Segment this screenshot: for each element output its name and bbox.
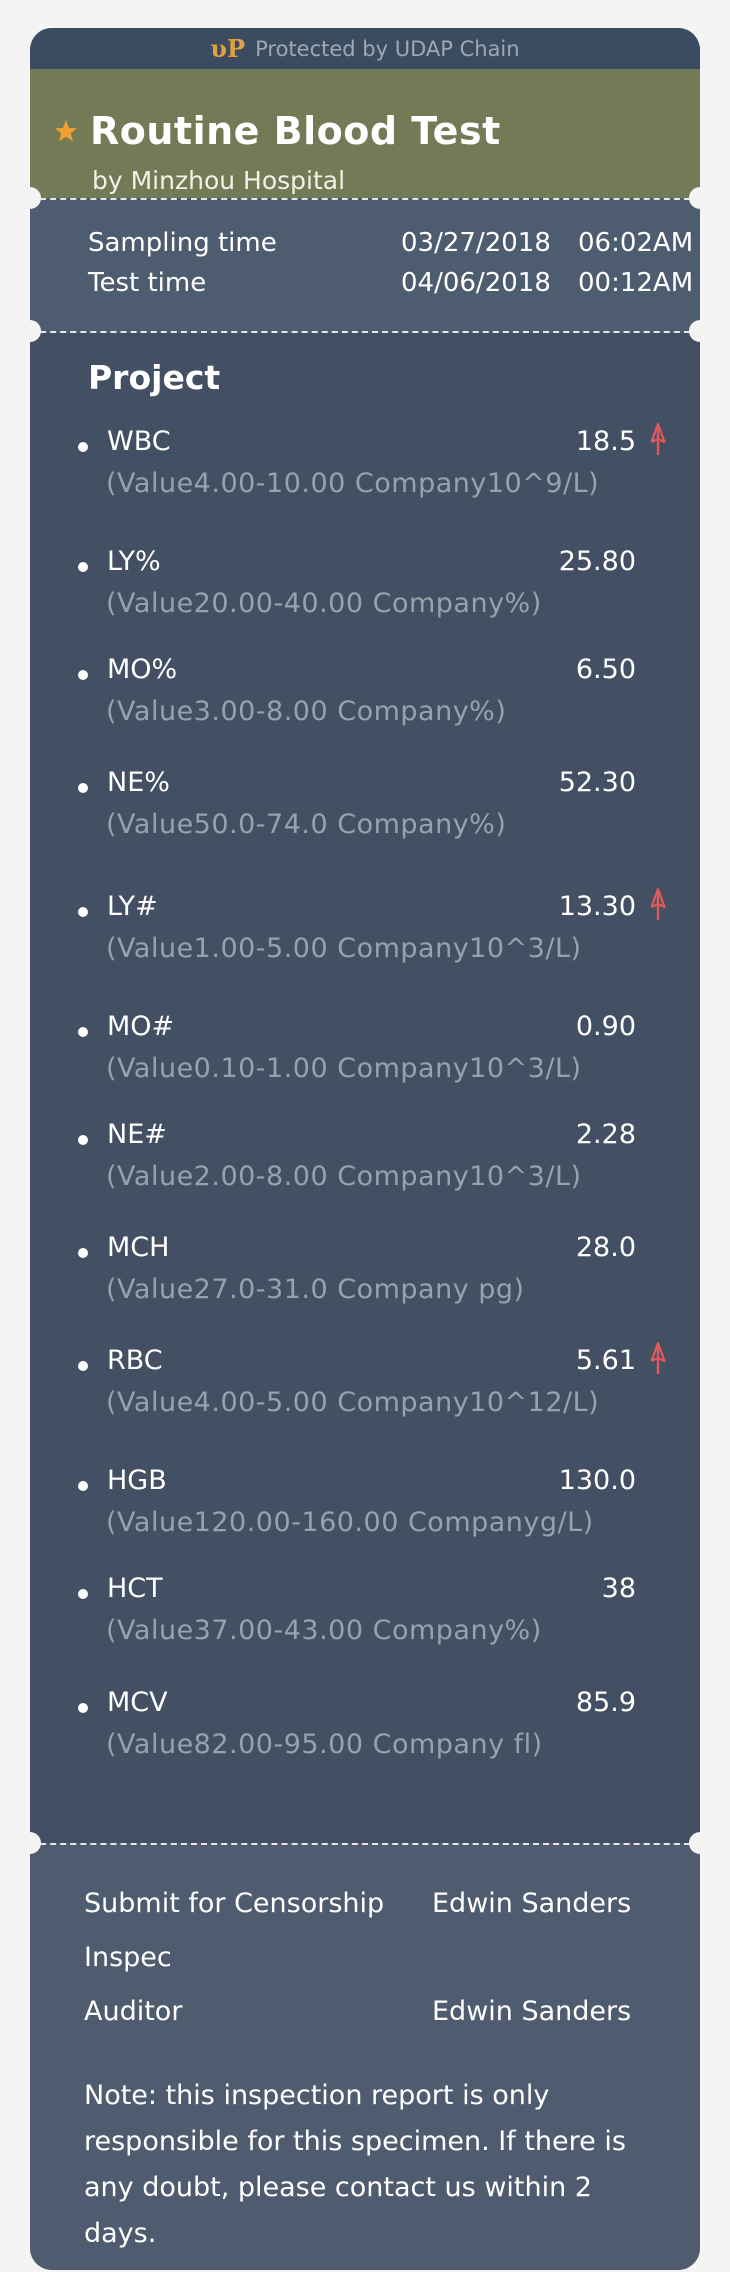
sampling-clock: 06:02AM: [578, 228, 694, 258]
test-item-row: RBC 5.61 (Value4.00-5.00 Company10^12/L): [30, 1341, 700, 1435]
arrow-up-icon: [650, 422, 666, 455]
bullet-dot: [78, 907, 88, 917]
test-item-range: (Value27.0-31.0 Company pg): [106, 1274, 525, 1305]
report-header: Routine Blood Test by Minzhou Hospital: [30, 69, 700, 198]
test-item-row: MO# 0.90 (Value0.10-1.00 Company10^3/L): [30, 1011, 700, 1101]
star-icon: [55, 120, 77, 142]
test-item-row: NE% 52.30 (Value50.0-74.0 Company%): [30, 767, 700, 857]
ticket-notch: [689, 1832, 711, 1854]
bullet-dot: [78, 1481, 88, 1491]
test-item-range: (Value1.00-5.00 Company10^3/L): [106, 933, 582, 964]
test-item-range: (Value2.00-8.00 Company10^3/L): [106, 1161, 582, 1192]
bullet-dot: [78, 1361, 88, 1371]
test-item-value: 6.50: [575, 654, 636, 685]
divider: [30, 198, 700, 200]
arrow-up-icon: [650, 1341, 666, 1374]
test-date: 04/06/2018: [401, 268, 551, 298]
divider: [30, 331, 700, 333]
project-title: Project: [88, 358, 221, 397]
hospital-name: by Minzhou Hospital: [92, 166, 346, 195]
test-item-value: 13.30: [558, 891, 636, 922]
sampling-time-label: Sampling time: [88, 228, 277, 258]
test-item-range: (Value120.00-160.00 Companyg/L): [106, 1507, 594, 1538]
test-item-name: NE#: [107, 1119, 167, 1150]
test-item-value: 130.0: [558, 1465, 636, 1496]
auditor-value: Edwin Sanders: [432, 1996, 632, 2027]
ticket-notch: [19, 320, 41, 342]
test-item-name: WBC: [107, 426, 171, 457]
bullet-dot: [78, 1135, 88, 1145]
ticket-notch: [19, 187, 41, 209]
test-item-row: NE# 2.28 (Value2.00-8.00 Company10^3/L): [30, 1119, 700, 1209]
test-item-value: 85.9: [575, 1687, 636, 1718]
test-item-value: 5.61: [575, 1345, 636, 1376]
bullet-dot: [78, 1027, 88, 1037]
test-item-row: HCT 38 (Value37.00-43.00 Company%): [30, 1573, 700, 1663]
sampling-date: 03/27/2018: [401, 228, 551, 258]
test-item-name: LY#: [107, 891, 158, 922]
test-item-name: HCT: [107, 1573, 163, 1604]
test-item-row: WBC 18.5 (Value4.00-10.00 Company10^9/L): [30, 422, 700, 516]
test-item-row: MCH 28.0 (Value27.0-31.0 Company pg): [30, 1232, 700, 1322]
test-item-name: RBC: [107, 1345, 163, 1376]
test-item-range: (Value4.00-5.00 Company10^12/L): [106, 1387, 600, 1418]
submit-label: Submit for Censorship: [84, 1888, 385, 1919]
test-item-row: MCV 85.9 (Value82.00-95.00 Company fl): [30, 1687, 700, 1777]
bullet-dot: [78, 562, 88, 572]
protection-banner: υP Protected by UDAP Chain: [30, 28, 700, 69]
test-clock: 00:12AM: [578, 268, 694, 298]
test-item-name: NE%: [107, 767, 170, 798]
bullet-dot: [78, 1589, 88, 1599]
test-item-row: LY% 25.80 (Value20.00-40.00 Company%): [30, 546, 700, 636]
report-card: υP Protected by UDAP Chain Routine Blood…: [30, 28, 700, 2270]
arrow-up-icon: [650, 887, 666, 920]
test-item-name: MCV: [107, 1687, 168, 1718]
auditor-label: Auditor: [84, 1996, 183, 2027]
banner-text: Protected by UDAP Chain: [255, 36, 520, 61]
test-item-range: (Value4.00-10.00 Company10^9/L): [106, 468, 600, 499]
test-item-range: (Value37.00-43.00 Company%): [106, 1615, 542, 1646]
time-section: [30, 198, 700, 333]
test-item-value: 25.80: [558, 546, 636, 577]
test-item-row: LY# 13.30 (Value1.00-5.00 Company10^3/L): [30, 887, 700, 981]
ticket-notch: [689, 187, 711, 209]
test-item-value: 28.0: [575, 1232, 636, 1263]
test-item-name: MCH: [107, 1232, 170, 1263]
inspec-label: Inspec: [84, 1942, 172, 1973]
test-item-name: MO%: [107, 654, 178, 685]
test-item-range: (Value3.00-8.00 Company%): [106, 696, 507, 727]
ticket-notch: [689, 320, 711, 342]
test-item-value: 18.5: [575, 426, 636, 457]
bullet-dot: [78, 1703, 88, 1713]
test-item-range: (Value82.00-95.00 Company fl): [106, 1729, 543, 1760]
test-item-name: LY%: [107, 546, 161, 577]
page-title: Routine Blood Test: [90, 109, 501, 153]
bullet-dot: [78, 783, 88, 793]
udap-logo-icon: υP: [210, 34, 246, 63]
bullet-dot: [78, 670, 88, 680]
test-item-range: (Value50.0-74.0 Company%): [106, 809, 507, 840]
test-time-label: Test time: [88, 268, 207, 298]
test-item-value: 38: [601, 1573, 636, 1604]
test-item-row: HGB 130.0 (Value120.00-160.00 Companyg/L): [30, 1465, 700, 1555]
test-item-value: 52.30: [558, 767, 636, 798]
test-item-value: 0.90: [575, 1011, 636, 1042]
test-item-name: MO#: [107, 1011, 175, 1042]
test-item-range: (Value0.10-1.00 Company10^3/L): [106, 1053, 582, 1084]
test-item-value: 2.28: [575, 1119, 636, 1150]
divider: [30, 1843, 700, 1845]
bullet-dot: [78, 442, 88, 452]
ticket-notch: [19, 1832, 41, 1854]
test-item-row: MO% 6.50 (Value3.00-8.00 Company%): [30, 654, 700, 744]
submit-value: Edwin Sanders: [432, 1888, 632, 1919]
test-item-range: (Value20.00-40.00 Company%): [106, 588, 542, 619]
disclaimer-note: Note: this inspection report is only res…: [84, 2080, 626, 2249]
test-item-name: HGB: [107, 1465, 167, 1496]
bullet-dot: [78, 1248, 88, 1258]
